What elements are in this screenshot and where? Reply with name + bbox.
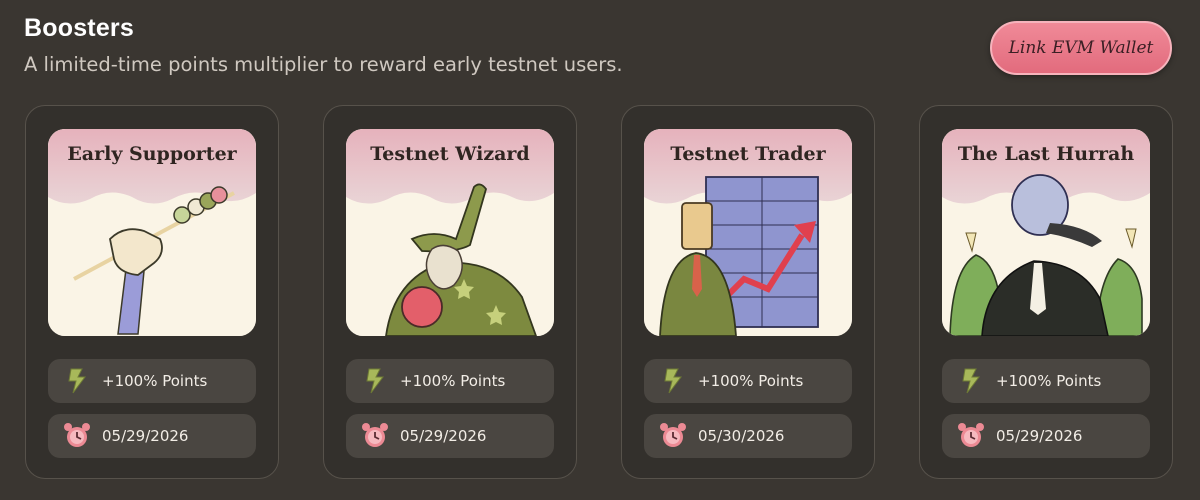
booster-art: Testnet Trader	[644, 129, 852, 336]
points-label: +100% Points	[102, 372, 208, 390]
booster-art: The Last Hurrah	[942, 129, 1150, 336]
page-title: Boosters	[24, 14, 134, 42]
points-badge: +100% Points	[346, 359, 554, 403]
date-badge: 05/29/2026	[942, 414, 1150, 458]
expiry-date: 05/29/2026	[400, 427, 487, 445]
booster-card-early-supporter[interactable]: Early Supporter +100% Points 05/29/2026	[25, 105, 279, 479]
lightning-bolt-icon	[962, 368, 980, 394]
points-label: +100% Points	[996, 372, 1102, 390]
points-badge: +100% Points	[48, 359, 256, 403]
alarm-clock-icon	[660, 423, 686, 447]
page-header: Boosters A limited-time points multiplie…	[24, 14, 623, 76]
points-label: +100% Points	[400, 372, 506, 390]
date-badge: 05/30/2026	[644, 414, 852, 458]
booster-title: Early Supporter	[67, 143, 237, 165]
lightning-bolt-icon	[68, 368, 86, 394]
lightning-bolt-icon	[366, 368, 384, 394]
points-badge: +100% Points	[644, 359, 852, 403]
alarm-clock-icon	[64, 423, 90, 447]
expiry-date: 05/30/2026	[698, 427, 785, 445]
link-evm-wallet-button[interactable]: Link EVM Wallet	[990, 21, 1172, 75]
lightning-bolt-icon	[664, 368, 682, 394]
date-badge: 05/29/2026	[346, 414, 554, 458]
booster-art: Early Supporter	[48, 129, 256, 336]
alarm-clock-icon	[362, 423, 388, 447]
date-badge: 05/29/2026	[48, 414, 256, 458]
points-badge: +100% Points	[942, 359, 1150, 403]
points-label: +100% Points	[698, 372, 804, 390]
booster-title: The Last Hurrah	[957, 143, 1135, 165]
alarm-clock-icon	[958, 423, 984, 447]
page-subtitle: A limited-time points multiplier to rewa…	[24, 53, 623, 76]
booster-title: Testnet Wizard	[370, 143, 530, 165]
booster-card-testnet-trader[interactable]: Testnet Trader +100% Points 05/30/2026	[621, 105, 875, 479]
booster-card-the-last-hurrah[interactable]: The Last Hurrah +100% Points 05/29/2026	[919, 105, 1173, 479]
expiry-date: 05/29/2026	[996, 427, 1083, 445]
booster-art: Testnet Wizard	[346, 129, 554, 336]
booster-card-testnet-wizard[interactable]: Testnet Wizard +100% Points 05/29/2026	[323, 105, 577, 479]
booster-title: Testnet Trader	[670, 143, 826, 165]
expiry-date: 05/29/2026	[102, 427, 189, 445]
